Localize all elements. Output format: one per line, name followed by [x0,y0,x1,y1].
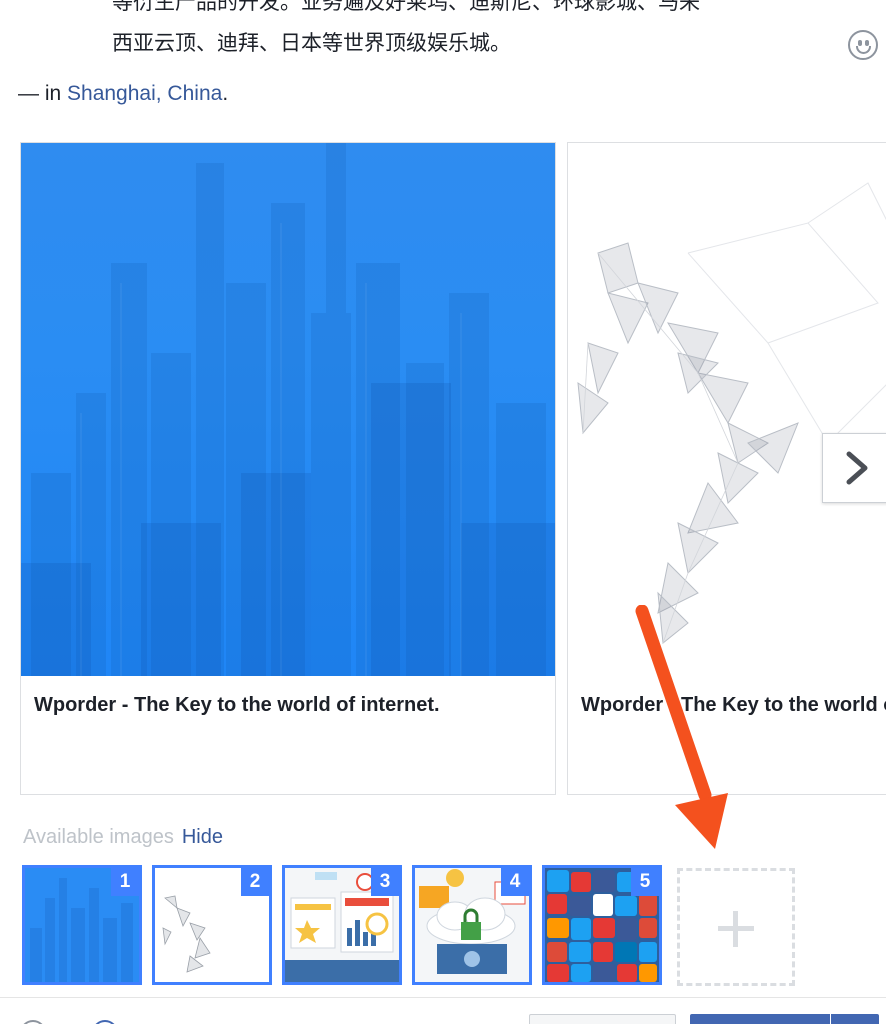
thumbnail-5[interactable]: 5 [542,865,662,985]
thumbnail-number: 1 [111,868,139,896]
location-line: — in Shanghai, China. [18,82,228,106]
audience-icon[interactable] [92,1020,118,1024]
available-images-header: Available images Hide [23,826,223,849]
card-image-network [568,143,886,676]
thumbnail-4[interactable]: 4 [412,865,532,985]
privacy-icon[interactable] [20,1020,46,1024]
link-preview-card-1[interactable]: Wporder - The Key to the world of intern… [20,142,556,795]
card-title-1[interactable]: Wporder - The Key to the world of intern… [34,694,440,717]
post-button[interactable] [690,1014,830,1024]
thumbnail-3[interactable]: 3 [282,865,402,985]
annotation-arrow-icon [635,605,728,849]
available-images-label: Available images [23,826,174,848]
post-text-line-1: 等衍生产品的开发。业务遍及好莱坞、迪斯尼、环球影城、马来 [112,0,700,14]
card-image-city [21,143,555,676]
location-prefix: — in [18,82,68,105]
secondary-button[interactable] [529,1014,676,1024]
thumbnail-2[interactable]: 2 [152,865,272,985]
location-link[interactable]: Shanghai, China [67,82,222,105]
thumbnail-number: 2 [241,868,269,896]
thumbnail-1[interactable]: 1 [22,865,142,985]
carousel-next-button[interactable] [822,433,886,503]
location-suffix: . [222,82,229,105]
post-options-button[interactable] [831,1014,879,1024]
composer-footer [0,997,886,1024]
post-text-line-2: 西亚云顶、迪拜、日本等世界顶级娱乐城。 [112,31,511,55]
hide-link[interactable]: Hide [182,826,223,848]
thumbnail-number: 5 [631,868,659,896]
emoji-icon[interactable] [848,30,878,60]
add-image-button[interactable] [677,868,795,986]
thumbnail-number: 4 [501,868,529,896]
chevron-right-icon [846,451,868,485]
post-text: 等衍生产品的开发。业务遍及好莱坞、迪斯尼、环球影城、马来 西亚云顶、迪拜、日本等… [112,0,832,64]
thumbnail-number: 3 [371,868,399,896]
